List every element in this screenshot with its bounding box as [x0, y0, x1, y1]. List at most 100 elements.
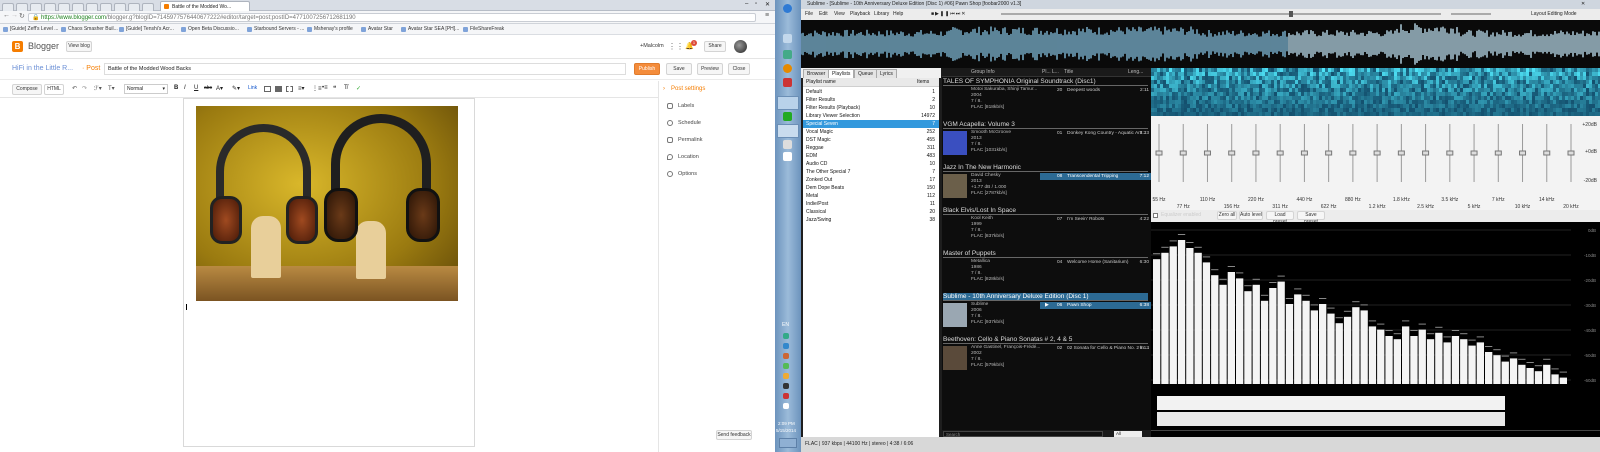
taskbar-item-active[interactable]	[777, 96, 799, 110]
user-name-link[interactable]: +Malcolm	[640, 43, 664, 49]
col-length[interactable]: Leng...	[1128, 68, 1143, 77]
playlist-item[interactable]: Indie/Post 11	[803, 200, 939, 208]
reload-icon[interactable]: ↻	[19, 12, 25, 20]
bulleted-list-icon[interactable]: •≡	[322, 85, 328, 91]
playlist-item[interactable]: Default 1	[803, 88, 939, 96]
eq-slider-handle[interactable]	[1422, 150, 1430, 156]
jump-break-icon[interactable]	[286, 86, 293, 92]
track-row[interactable]: 04 Welcome Home (Sanitarium) 6:30	[1040, 259, 1151, 266]
eq-slider-handle[interactable]	[1155, 150, 1163, 156]
settings-location[interactable]: Location	[667, 152, 699, 162]
close-button[interactable]: Close	[728, 63, 750, 75]
playlist-item[interactable]: DST Magic 455	[803, 136, 939, 144]
back-icon[interactable]: ←	[3, 12, 10, 19]
bookmark-item[interactable]: Open Beta Discussio...	[180, 25, 239, 34]
pinned-tabs[interactable]	[2, 2, 162, 13]
track-row[interactable]: 07 I'm Seein' Robots 4:22	[1040, 216, 1151, 223]
col-playlist-name[interactable]: Playlist name	[806, 78, 836, 87]
tab-queue[interactable]: Queue	[854, 69, 878, 78]
eq-slider-handle[interactable]	[1519, 150, 1527, 156]
clock-date[interactable]: 5/15/2014	[776, 428, 796, 433]
blogger-logo-icon[interactable]: B	[12, 41, 23, 52]
playlist-item[interactable]: Classical 20	[803, 208, 939, 216]
eq-slider-handle[interactable]	[1567, 150, 1575, 156]
playlist-item[interactable]: Jazz/Swing 38	[803, 216, 939, 224]
app-icon[interactable]	[783, 140, 792, 149]
bookmark-item[interactable]: Avatar Star SEA [PH]...	[400, 25, 459, 34]
compose-tab[interactable]: Compose	[12, 84, 42, 95]
bold-icon[interactable]: B	[174, 85, 178, 91]
avatar[interactable]	[734, 40, 747, 53]
language-indicator[interactable]: EN	[782, 322, 789, 328]
playlist-item[interactable]: Audio CD 10	[803, 160, 939, 168]
album-group[interactable]: TALES OF SYMPHONIA Original Soundtrack (…	[942, 78, 1151, 120]
volume-slider[interactable]	[1451, 13, 1491, 15]
tab-playlists[interactable]: Playlists	[828, 69, 855, 78]
eq-slider-handle[interactable]	[1470, 150, 1478, 156]
menu-library[interactable]: Library	[874, 9, 889, 20]
tab-lyrics[interactable]: Lyrics	[876, 69, 897, 78]
tray-icon[interactable]	[783, 333, 789, 339]
playlist-item[interactable]: Filter Results 2	[803, 96, 939, 104]
eq-slider-handle[interactable]	[1276, 150, 1284, 156]
html-tab[interactable]: HTML	[44, 84, 64, 95]
link-icon[interactable]: Link	[248, 85, 257, 91]
track-row[interactable]: 02 02 Sonata for Cello & Piano No. 2 in .…	[1040, 345, 1151, 352]
col-playing[interactable]: Pl...	[1042, 68, 1051, 77]
eq-slider-handle[interactable]	[1543, 150, 1551, 156]
waveform-seekbar[interactable]	[800, 20, 1600, 68]
album-art[interactable]	[943, 346, 967, 370]
post-title-input[interactable]: Battle of the Modded Wood Backs	[104, 63, 626, 75]
track-row[interactable]: 20 Deepest woods 2:11	[1040, 87, 1151, 94]
blog-name-link[interactable]: HiFi in the Little R...	[12, 65, 73, 72]
redo-icon[interactable]: ↷	[82, 85, 87, 92]
menu-icon[interactable]: ≡	[765, 12, 769, 19]
start-orb-icon[interactable]	[783, 4, 792, 13]
font-family-icon[interactable]: ℱ▾	[94, 85, 102, 92]
col-group-info[interactable]: Group Info	[971, 68, 995, 77]
playlist-item[interactable]: Vocal Magic 252	[803, 128, 939, 136]
text-color-icon[interactable]: A▾	[216, 85, 223, 92]
tab-active[interactable]: Battle of the Modded Wo...	[160, 1, 250, 11]
settings-options[interactable]: Options	[667, 169, 697, 179]
tab-browser[interactable]: Browser	[803, 69, 830, 78]
col-l[interactable]: L...	[1052, 68, 1059, 77]
address-bar[interactable]: 🔒 https://www.blogger.com/blogger.g?blog…	[28, 13, 756, 22]
tray-icon[interactable]	[783, 363, 789, 369]
eq-slider-handle[interactable]	[1494, 150, 1502, 156]
app-icon[interactable]	[783, 50, 792, 59]
tray-icon[interactable]	[783, 393, 789, 399]
playlist-item[interactable]: Metal 112	[803, 192, 939, 200]
zero-all-button[interactable]: Zero all	[1217, 211, 1237, 220]
video-icon[interactable]	[275, 86, 282, 92]
close-window-icon[interactable]: ✕	[1581, 0, 1585, 9]
headphones-photo[interactable]	[196, 106, 458, 301]
app-icon[interactable]	[783, 78, 792, 87]
align-icon[interactable]: ≡▾	[298, 85, 305, 92]
apps-grid-icon[interactable]: ⋮⋮	[668, 42, 684, 51]
taskbar-item[interactable]	[777, 124, 799, 138]
eq-slider-handle[interactable]	[1252, 150, 1260, 156]
highlight-icon[interactable]: ✎▾	[232, 85, 240, 92]
eq-slider-handle[interactable]	[1300, 150, 1308, 156]
album-art[interactable]	[943, 303, 967, 327]
eq-slider-handle[interactable]	[1179, 150, 1187, 156]
tray-icon[interactable]	[783, 383, 789, 389]
view-blog-button[interactable]: View blog	[66, 41, 92, 52]
bookmark-item[interactable]: Chaos Smasher Buil...	[60, 25, 118, 34]
chrome-icon[interactable]	[783, 112, 792, 121]
bookmark-item[interactable]: Mshenay's profile	[306, 25, 353, 34]
bookmark-item[interactable]: [Guide] Tenshi's Acr...	[118, 25, 174, 34]
album-group[interactable]: Sublime - 10th Anniversary Deluxe Editio…	[942, 293, 1151, 335]
undo-icon[interactable]: ↶	[72, 85, 77, 92]
equalizer-enabled-checkbox[interactable]	[1153, 213, 1158, 218]
menu-edit[interactable]: Edit	[819, 9, 828, 20]
close-window-icon[interactable]: ✕	[765, 1, 770, 8]
bookmark-item[interactable]: FileShareFreak	[462, 25, 504, 34]
track-row[interactable]: 08 Transcendental Tripping 7:12	[1040, 173, 1151, 180]
load-preset-button[interactable]: Load preset	[1266, 211, 1294, 225]
menu-file[interactable]: File	[805, 9, 813, 20]
firefox-icon[interactable]	[783, 64, 792, 73]
forward-icon[interactable]: →	[11, 12, 18, 19]
eq-slider-handle[interactable]	[1373, 150, 1381, 156]
